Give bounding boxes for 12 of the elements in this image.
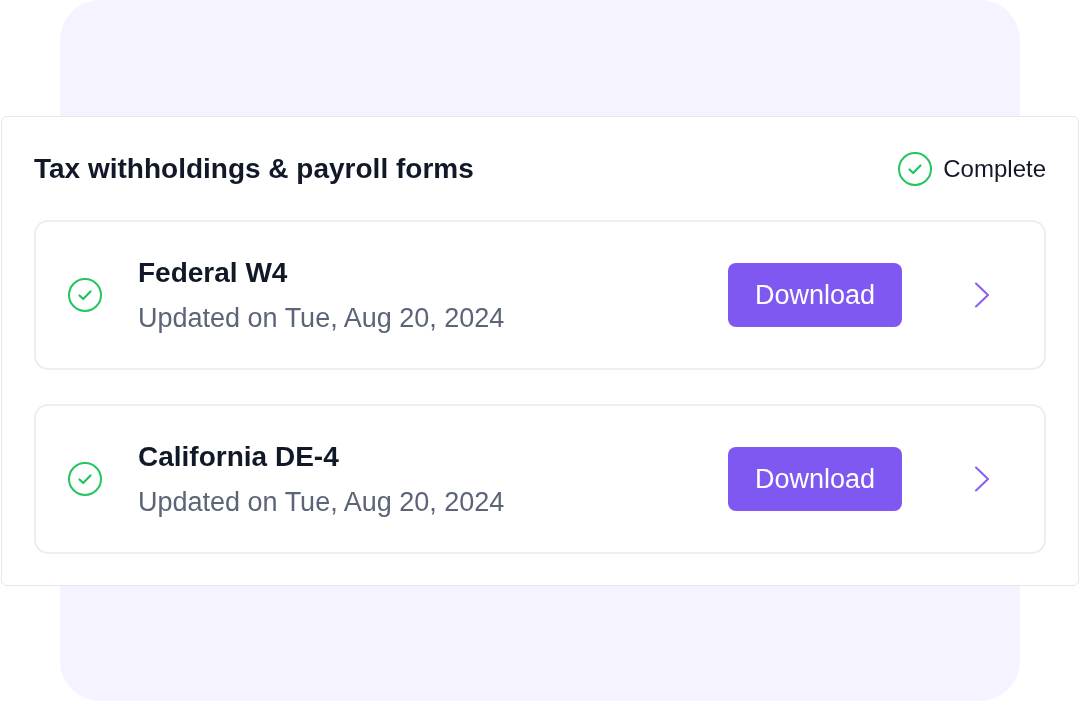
updated-date: Updated on Tue, Aug 20, 2024 xyxy=(138,301,505,335)
download-button[interactable]: Download xyxy=(728,447,902,511)
form-row[interactable]: California DE-4 Updated on Tue, Aug 20, 2024 Download xyxy=(34,404,1046,554)
form-row[interactable]: Federal W4 Updated on Tue, Aug 20, 2024 Download xyxy=(34,220,1046,370)
form-name: Federal W4 xyxy=(138,255,289,290)
status-label: Complete xyxy=(943,153,1046,184)
form-name: California DE-4 xyxy=(138,439,340,474)
card-title: Tax withholdings & payroll forms xyxy=(34,151,474,186)
updated-date: Updated on Tue, Aug 20, 2024 xyxy=(138,485,505,519)
download-button[interactable]: Download xyxy=(728,263,902,327)
chevron-right-icon[interactable] xyxy=(974,466,990,492)
chevron-right-icon[interactable] xyxy=(974,282,990,308)
